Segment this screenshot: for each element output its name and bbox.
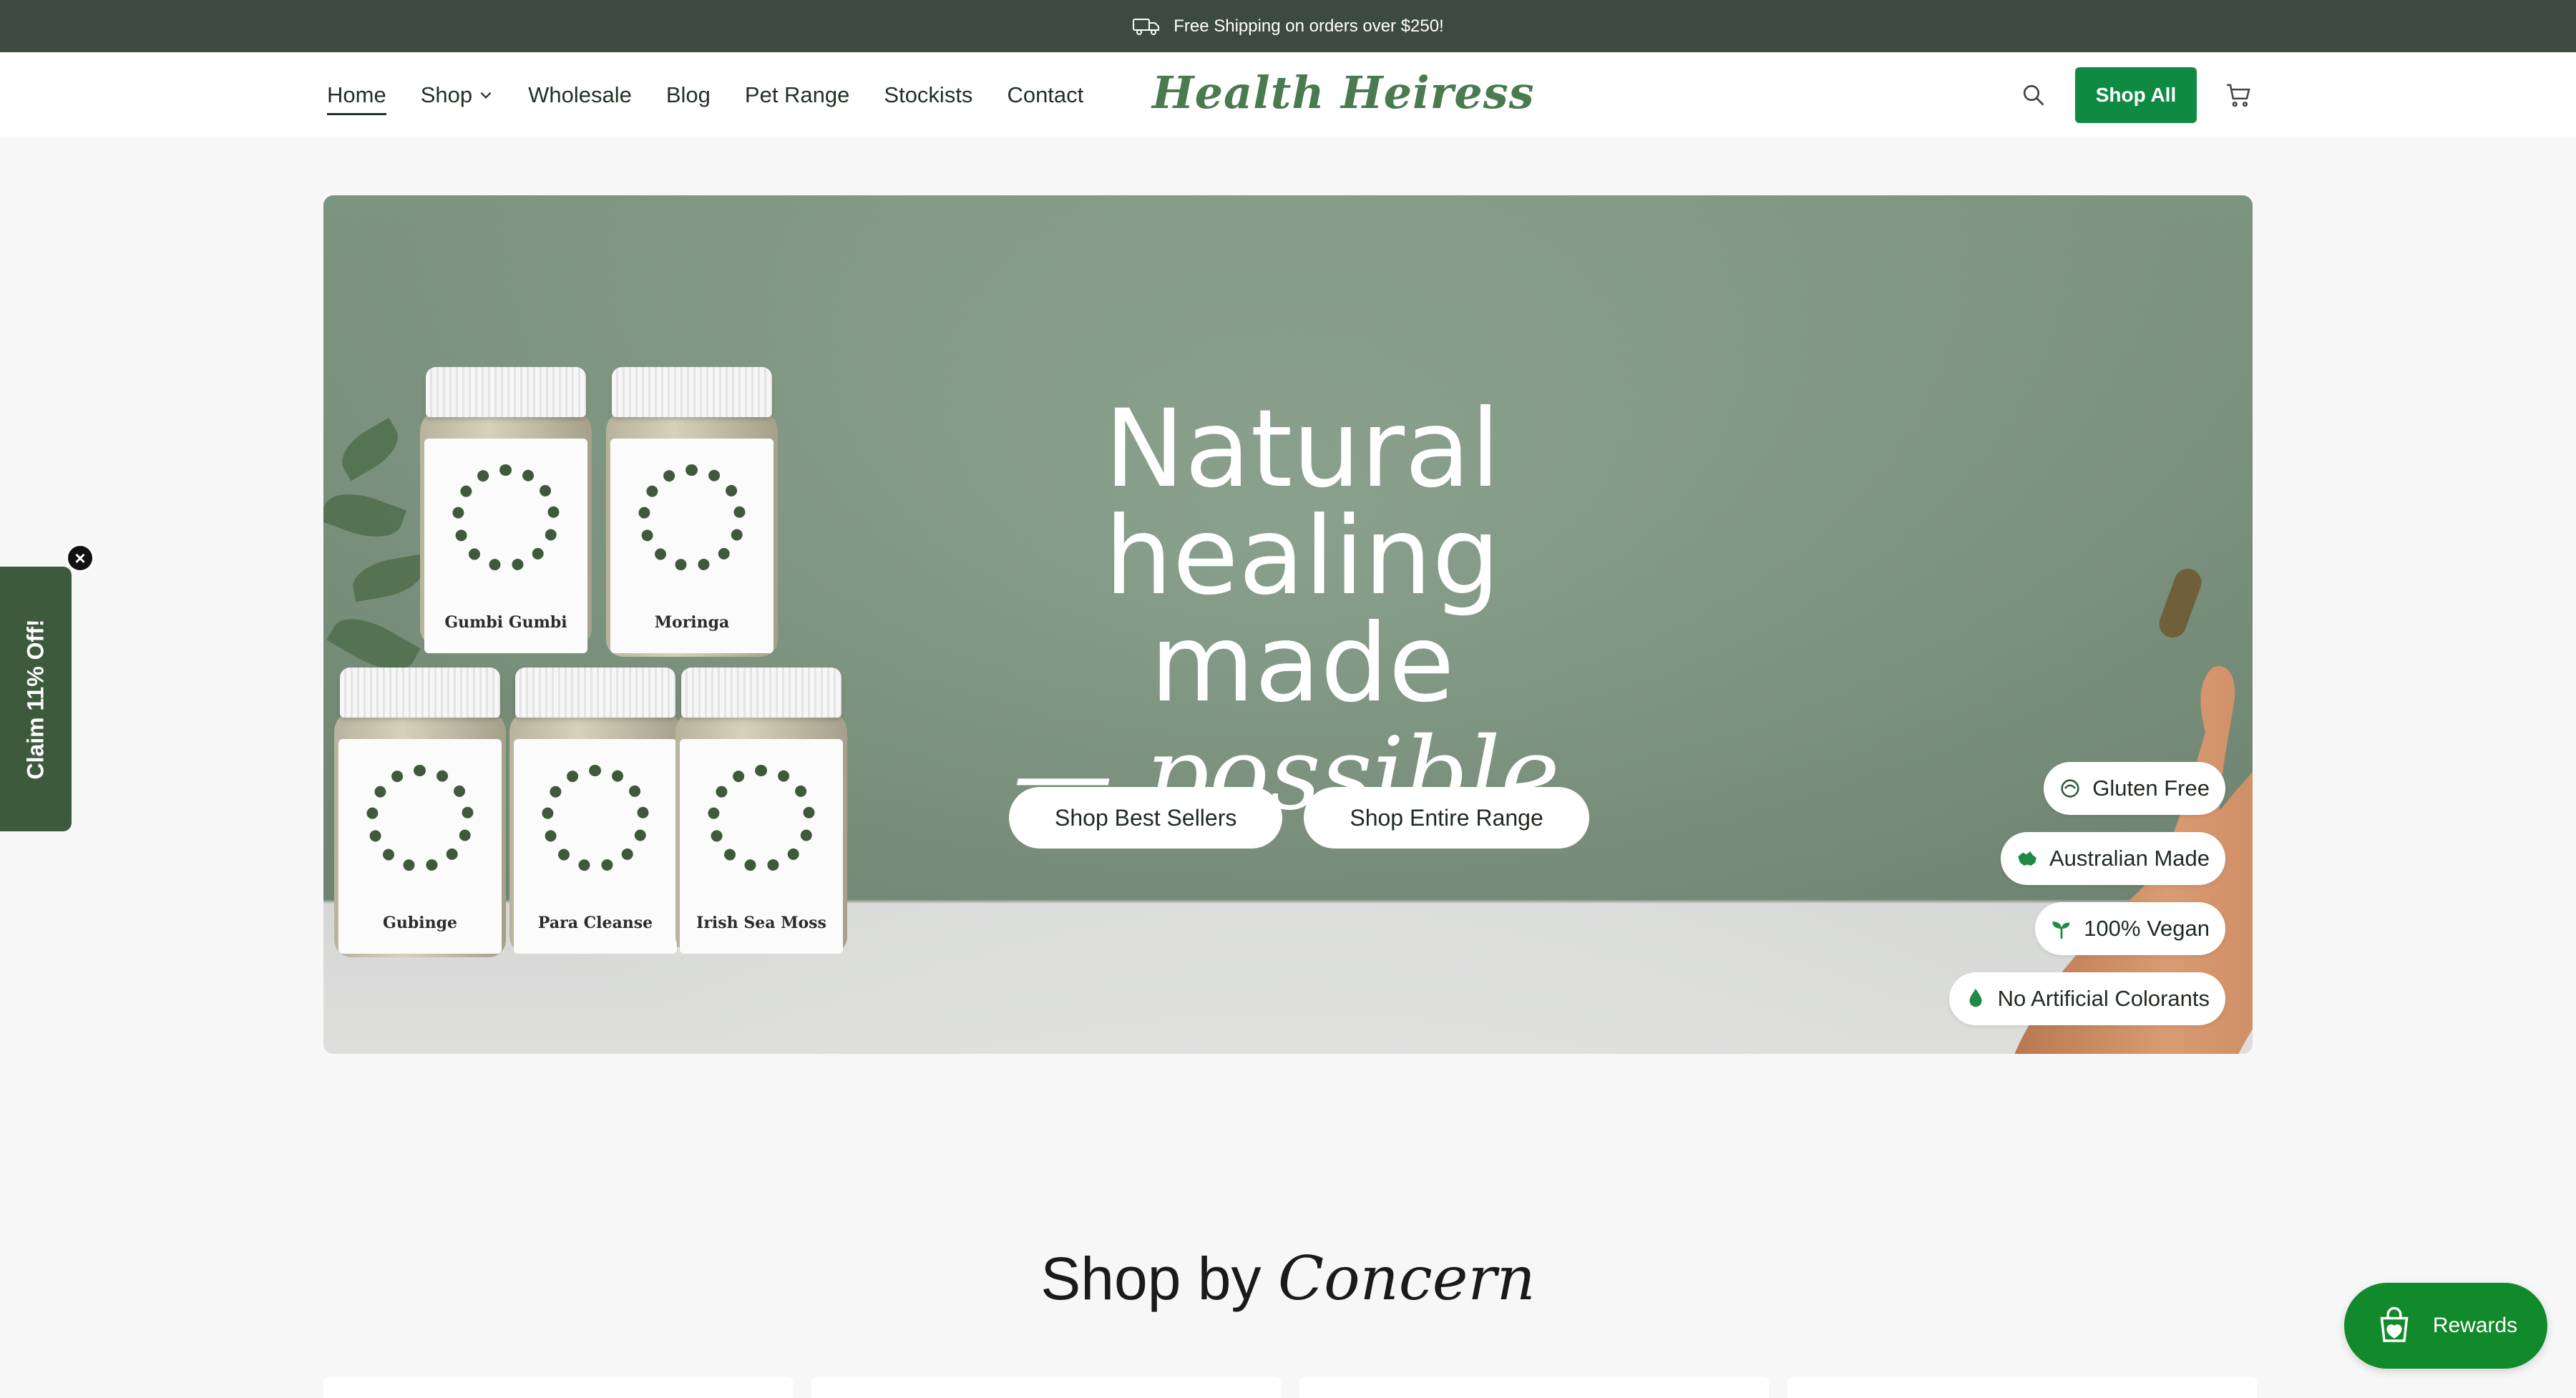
header-actions: Shop All	[2018, 52, 2254, 137]
main-nav: Home Shop Wholesale Blog Pet Range Stock…	[327, 52, 1083, 137]
search-icon	[2023, 84, 2044, 105]
jar-moringa: Moringa	[606, 367, 778, 657]
jar-gumbi-gumbi: Gumbi Gumbi	[420, 367, 592, 653]
nav-stockists[interactable]: Stockists	[884, 82, 972, 108]
jar-name: Moringa	[654, 613, 730, 632]
badge-no-artificial-colorants-label: No Artificial Colorants	[1997, 986, 2210, 1011]
badge-gluten-free-label: Gluten Free	[2092, 776, 2210, 801]
truck-icon	[1133, 18, 1160, 35]
jar-cap	[340, 668, 500, 718]
wreath-logo-icon	[452, 464, 560, 572]
wreath-logo-icon	[638, 464, 746, 572]
wreath-logo-icon	[366, 765, 474, 872]
section-title-plain: Shop by	[1040, 1245, 1278, 1312]
hero-title-line-1: Natural	[1104, 387, 1501, 512]
jar-irish-sea-moss: Irish Sea Moss	[675, 668, 847, 954]
jar-name: Para Cleanse	[537, 914, 653, 932]
chevron-down-icon	[480, 92, 492, 99]
claim-discount-label: Claim 11% Off!	[22, 618, 49, 780]
concern-cards	[323, 1377, 2257, 1398]
jar-cap	[426, 367, 586, 417]
feature-badges: Gluten Free Australian Made 100% Vegan N…	[1948, 762, 2225, 1025]
jar-name: Gumbi Gumbi	[444, 613, 567, 632]
search-button[interactable]	[2018, 79, 2049, 111]
droplet-icon	[1969, 988, 1982, 1007]
australia-map-icon	[2018, 851, 2036, 866]
shop-best-sellers-button[interactable]: Shop Best Sellers	[1009, 787, 1283, 849]
rewards-label: Rewards	[2432, 1314, 2518, 1337]
concern-card[interactable]	[1787, 1377, 2257, 1398]
nav-blog-label: Blog	[665, 82, 711, 107]
hero-banner: Gumbi Gumbi Moringa Gubinge Para Cleanse…	[323, 195, 2253, 1054]
jar-name: Irish Sea Moss	[696, 914, 826, 932]
nav-wholesale-label: Wholesale	[528, 82, 632, 107]
close-icon[interactable]: ×	[66, 544, 94, 572]
site-logo[interactable]: Health Heiress	[1152, 67, 1535, 119]
jar-label: Gumbi Gumbi	[424, 439, 587, 653]
nav-contact[interactable]: Contact	[1007, 82, 1083, 108]
jar-label: Moringa	[610, 439, 774, 653]
section-title-italic: Concern	[1277, 1243, 1536, 1314]
cart-button[interactable]	[2223, 79, 2254, 111]
badge-vegan: 100% Vegan	[2035, 902, 2225, 955]
nav-shop-label: Shop	[420, 82, 473, 107]
nav-home-label: Home	[327, 82, 386, 107]
concern-card[interactable]	[1299, 1377, 1769, 1398]
shop-all-button[interactable]: Shop All	[2075, 67, 2197, 123]
shopping-bag-heart-icon	[2380, 1306, 2409, 1342]
nav-contact-label: Contact	[1007, 82, 1084, 107]
wreath-logo-icon	[708, 765, 815, 872]
jar-para-cleanse: Para Cleanse	[509, 668, 681, 954]
announcement-bar: Free Shipping on orders over $250!	[0, 0, 2576, 52]
section-title: Shop by Concern	[0, 1243, 2576, 1314]
badge-vegan-label: 100% Vegan	[2084, 916, 2210, 941]
hero-buttons: Shop Best Sellers Shop Entire Range	[1009, 787, 1589, 849]
claim-discount-tab[interactable]: Claim 11% Off!	[0, 567, 72, 831]
nav-wholesale[interactable]: Wholesale	[528, 82, 632, 108]
sprout-icon	[2052, 922, 2070, 939]
cart-icon	[2227, 83, 2250, 107]
announcement-text: Free Shipping on orders over $250!	[1174, 16, 1444, 36]
badge-australian-made: Australian Made	[2000, 832, 2225, 885]
jar-cap	[515, 668, 675, 718]
nav-stockists-label: Stockists	[884, 82, 973, 107]
hero-title-line-2: healing made	[1104, 494, 1501, 726]
concern-card[interactable]	[811, 1377, 1281, 1398]
jar-label: Gubinge	[338, 739, 502, 954]
rewards-button[interactable]: Rewards	[2344, 1283, 2547, 1369]
jar-label: Para Cleanse	[514, 739, 677, 954]
badge-no-artificial-colorants: No Artificial Colorants	[1948, 972, 2225, 1025]
nav-home[interactable]: Home	[327, 82, 386, 115]
badge-australian-made-label: Australian Made	[2049, 846, 2210, 871]
jar-cap	[681, 668, 841, 718]
jar-gubinge: Gubinge	[334, 668, 506, 957]
badge-gluten-free: Gluten Free	[2044, 762, 2225, 815]
shop-entire-range-button[interactable]: Shop Entire Range	[1304, 787, 1589, 849]
jar-cap	[612, 367, 772, 417]
wreath-logo-icon	[542, 765, 649, 872]
nav-blog[interactable]: Blog	[666, 82, 711, 108]
concern-card[interactable]	[323, 1377, 793, 1398]
nav-pet-range[interactable]: Pet Range	[745, 82, 850, 108]
jar-name: Gubinge	[383, 914, 457, 932]
hero-title: Natural healing made — possible.	[980, 396, 1624, 832]
nav-shop[interactable]: Shop	[421, 82, 494, 108]
site-header: Home Shop Wholesale Blog Pet Range Stock…	[0, 52, 2576, 137]
gluten-free-icon	[2061, 779, 2079, 798]
jar-label: Irish Sea Moss	[680, 739, 843, 954]
nav-pet-range-label: Pet Range	[744, 82, 850, 107]
